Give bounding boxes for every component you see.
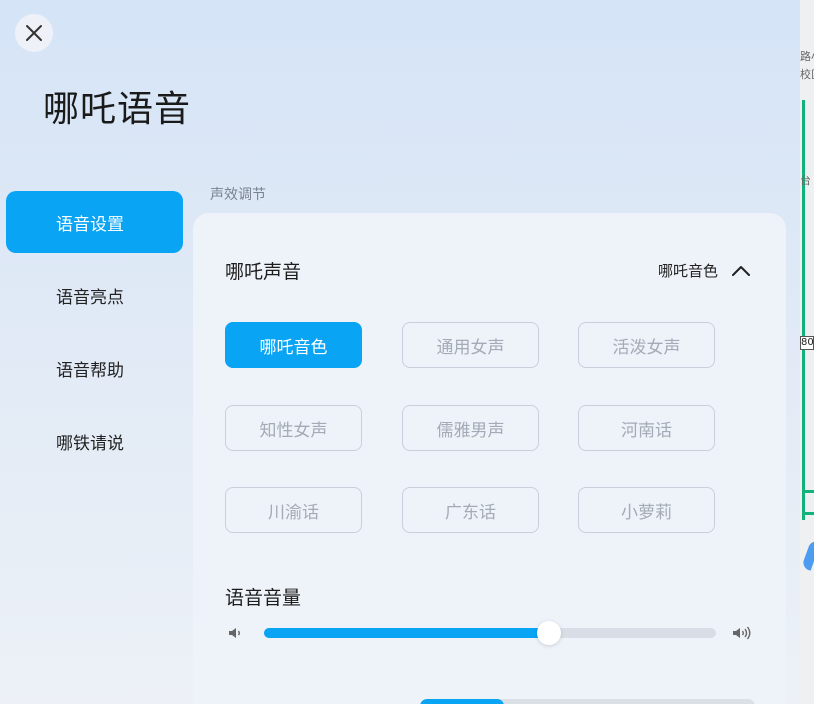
voice-option-refined-male[interactable]: 儒雅男声 — [402, 405, 539, 451]
volume-high-icon[interactable] — [731, 624, 753, 642]
close-button[interactable] — [15, 14, 53, 52]
sidebar-item-wake-word[interactable]: 哪铁请说 — [6, 410, 183, 472]
voice-option-cantonese[interactable]: 广东话 — [402, 487, 539, 533]
sidebar-item-voice-help[interactable]: 语音帮助 — [6, 337, 183, 399]
sidebar-item-label: 哪铁请说 — [56, 433, 124, 454]
voice-option-intellectual-female[interactable]: 知性女声 — [225, 405, 362, 451]
sidebar-item-voice-highlights[interactable]: 语音亮点 — [6, 264, 183, 326]
page-title: 哪吒语音 — [43, 89, 192, 130]
map-road-number: 80 — [800, 336, 814, 350]
section-label: 声效调节 — [210, 187, 266, 203]
map-road — [802, 490, 814, 493]
voice-option-little-girl[interactable]: 小萝莉 — [578, 487, 715, 533]
map-water — [801, 539, 814, 571]
bottom-scroll-indicator-active — [420, 699, 504, 704]
sidebar-item-label: 语音亮点 — [56, 287, 124, 308]
volume-title: 语音音量 — [225, 587, 302, 609]
map-road — [802, 512, 814, 515]
chevron-up-icon — [732, 265, 750, 276]
voice-option-lively-female[interactable]: 活泼女声 — [578, 322, 715, 368]
voice-card-header: 哪吒声音 哪吒音色 — [225, 257, 750, 284]
current-voice-label: 哪吒音色 — [657, 262, 718, 280]
sidebar-item-label: 语音设置 — [56, 214, 124, 235]
bottom-scroll-indicator — [420, 699, 755, 704]
voice-option-sichuan-dialect[interactable]: 川渝话 — [225, 487, 362, 533]
volume-slider-thumb[interactable] — [537, 621, 561, 645]
volume-slider-track[interactable] — [264, 628, 716, 638]
voice-collapse-toggle[interactable]: 哪吒音色 — [658, 260, 750, 281]
voice-card: 哪吒声音 哪吒音色 哪吒音色 通用女声 活泼女声 知性女声 儒雅男声 河南话 川… — [193, 213, 786, 704]
voice-option-general-female[interactable]: 通用女声 — [402, 322, 539, 368]
map-background: 路小 校区 台 80 — [800, 0, 814, 704]
volume-control — [227, 621, 757, 645]
sidebar-item-voice-settings[interactable]: 语音设置 — [6, 191, 183, 253]
map-text: 校区 — [800, 68, 814, 81]
voice-card-title: 哪吒声音 — [225, 261, 302, 283]
map-text: 台 — [800, 174, 811, 187]
voice-option-nezha[interactable]: 哪吒音色 — [225, 322, 362, 368]
map-road — [802, 100, 805, 520]
map-text: 路小 — [800, 50, 814, 63]
close-icon — [26, 25, 42, 41]
voice-option-henan-dialect[interactable]: 河南话 — [578, 405, 715, 451]
sidebar: 语音设置 语音亮点 语音帮助 哪铁请说 — [6, 191, 183, 483]
sidebar-item-label: 语音帮助 — [56, 360, 124, 381]
voice-settings-panel: 哪吒语音 语音设置 语音亮点 语音帮助 哪铁请说 声效调节 哪吒声音 哪吒音色 … — [0, 0, 800, 704]
volume-slider-fill — [264, 628, 549, 638]
volume-low-icon[interactable] — [227, 624, 245, 642]
